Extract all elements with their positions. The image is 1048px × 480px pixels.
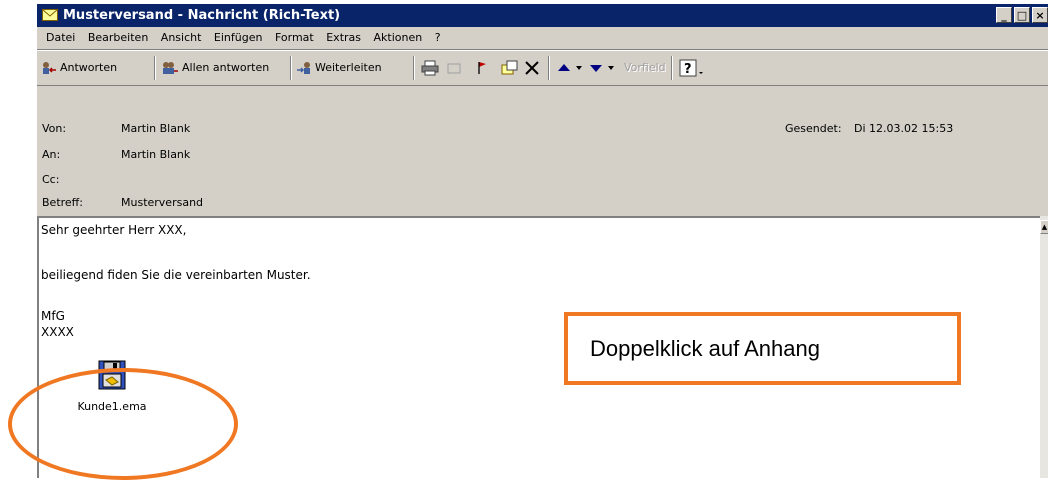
from-value: Martin Blank [121, 122, 191, 135]
callout-text: Doppelklick auf Anhang [590, 336, 820, 361]
sent-label: Gesendet: [785, 122, 842, 135]
menu-datei[interactable]: Datei [46, 27, 75, 49]
subject-value: Musterversand [121, 196, 204, 209]
flag-button[interactable] [476, 57, 488, 79]
toolbar-separator [671, 56, 673, 80]
folder-copy-icon [501, 60, 518, 75]
body-line: beiliegend fiden Sie die vereinbarten Mu… [41, 268, 311, 282]
menu-help[interactable]: ? [435, 27, 441, 49]
menu-bearbeiten[interactable]: Bearbeiten [88, 27, 148, 49]
menu-extras[interactable]: Extras [326, 27, 361, 49]
subject-label: Betreff: [42, 196, 83, 209]
window-controls: _ □ × [996, 7, 1048, 24]
flag-icon [478, 62, 486, 74]
reply-label: Antworten [60, 61, 118, 74]
minimize-button[interactable]: _ [996, 7, 1012, 23]
reply-all-button[interactable]: Allen antworten [161, 57, 269, 79]
cc-label: Cc: [42, 173, 60, 186]
delete-icon [525, 61, 539, 75]
svg-text:?: ? [684, 62, 692, 77]
to-label: An: [42, 148, 61, 161]
close-button[interactable]: × [1032, 7, 1048, 23]
menu-format[interactable]: Format [275, 27, 314, 49]
previous-item-button[interactable] [557, 57, 583, 79]
body-line: MfG [41, 309, 65, 323]
maximize-button[interactable]: □ [1014, 7, 1030, 23]
forward-button[interactable]: Weiterleiten [296, 57, 382, 79]
printer-icon [421, 60, 439, 76]
move-to-folder-button[interactable] [447, 57, 463, 79]
toolbar-separator [548, 56, 550, 80]
window-title: Musterversand - Nachricht (Rich-Text) [63, 8, 341, 23]
body-line: Sehr geehrter Herr XXX, [41, 223, 187, 237]
delete-button[interactable] [524, 57, 540, 79]
folder-move-icon [447, 63, 461, 74]
attachment-highlight-ellipse [8, 368, 238, 480]
toolbar-separator [413, 56, 415, 80]
menu-aktionen[interactable]: Aktionen [374, 27, 423, 49]
title-bar[interactable]: Musterversand - Nachricht (Rich-Text) _ … [37, 4, 1048, 27]
copy-to-folder-button[interactable] [501, 57, 519, 79]
previous-field-button[interactable]: Vorfield [624, 57, 666, 79]
sent-value: Di 12.03.02 15:53 [854, 122, 954, 135]
reply-all-icon [163, 62, 178, 74]
reply-all-label: Allen antworten [182, 61, 270, 74]
reply-icon [43, 62, 56, 74]
instruction-callout: Doppelklick auf Anhang [564, 312, 961, 385]
vertical-scrollbar[interactable]: ▲ [1040, 216, 1048, 478]
menu-bar: Datei Bearbeiten Ansicht Einfügen Format… [37, 27, 1048, 50]
reply-button[interactable]: Antworten [41, 57, 117, 79]
print-button[interactable] [421, 57, 439, 79]
up-arrow-icon [558, 64, 582, 71]
help-icon: ? [679, 59, 703, 77]
forward-label: Weiterleiten [315, 61, 382, 74]
toolbar-separator [154, 56, 156, 80]
next-item-button[interactable] [589, 57, 615, 79]
scroll-up-arrow-icon[interactable]: ▲ [1040, 220, 1048, 234]
help-button[interactable]: ? [679, 57, 705, 79]
forward-icon [297, 62, 310, 74]
toolbar: Antworten Allen antworten Weiterleiten V… [37, 50, 1048, 86]
menu-einfuegen[interactable]: Einfügen [214, 27, 263, 49]
previous-field-label: Vorfield [624, 61, 666, 74]
body-line: XXXX [41, 325, 74, 339]
menu-ansicht[interactable]: Ansicht [161, 27, 202, 49]
toolbar-separator [290, 56, 292, 80]
envelope-icon [42, 9, 58, 21]
down-arrow-icon [590, 65, 614, 72]
to-value: Martin Blank [121, 148, 191, 161]
from-label: Von: [42, 122, 67, 135]
